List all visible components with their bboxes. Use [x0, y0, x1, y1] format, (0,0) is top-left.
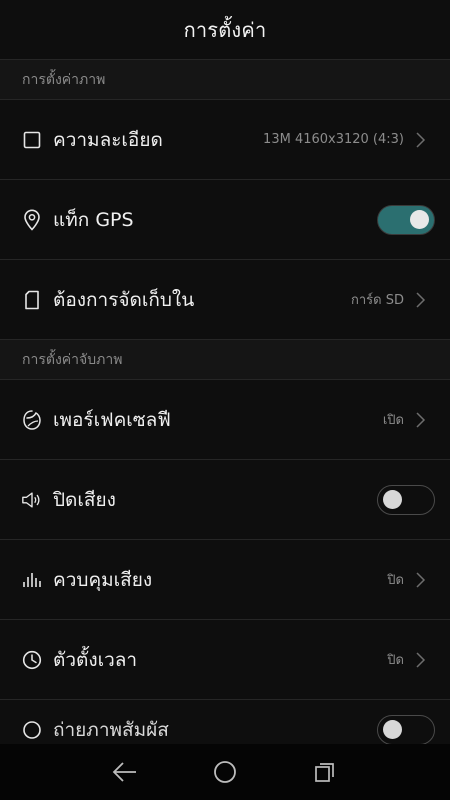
setting-label: ความละเอียด [53, 128, 163, 151]
setting-label: ปิดเสียง [53, 488, 116, 511]
setting-label: ถ่ายภาพสัมผัส [53, 719, 169, 741]
setting-row-storage-location[interactable]: ต้องการจัดเก็บใน การ์ด SD [0, 260, 450, 340]
gps-toggle[interactable] [377, 204, 435, 235]
setting-label: เพอร์เฟคเซลฟี [53, 408, 171, 431]
location-pin-icon [21, 209, 43, 231]
section-header-image-settings: การตั้งค่าภาพ [0, 60, 450, 100]
setting-label: แท็ก GPS [53, 208, 134, 231]
system-navigation-bar [0, 744, 450, 800]
touch-capture-toggle[interactable] [377, 715, 435, 744]
setting-row-mute[interactable]: ปิดเสียง [0, 460, 450, 540]
chevron-right-icon [416, 131, 426, 148]
setting-row-touch-capture[interactable]: ถ่ายภาพสัมผัส [0, 700, 450, 744]
audio-levels-icon [21, 569, 43, 591]
setting-value: ปิด [387, 573, 404, 588]
touch-icon [21, 719, 43, 741]
app-header: การตั้งค่า [0, 0, 450, 60]
clock-icon [21, 649, 43, 671]
chevron-right-icon [416, 571, 426, 588]
setting-label: ควบคุมเสียง [53, 568, 153, 591]
setting-row-gps-tag[interactable]: แท็ก GPS [0, 180, 450, 260]
selfie-face-icon [21, 409, 43, 431]
setting-row-resolution[interactable]: ความละเอียด 13M 4160x3120 (4:3) [0, 100, 450, 180]
toggle-knob [383, 489, 402, 509]
section-header-capture-settings: การตั้งค่าจับภาพ [0, 340, 450, 380]
settings-list[interactable]: การตั้งค่าภาพ ความละเอียด 13M 4160x3120 … [0, 60, 450, 744]
toggle-knob [410, 209, 429, 229]
back-icon[interactable] [111, 758, 139, 786]
chevron-right-icon [416, 291, 426, 308]
recents-icon[interactable] [311, 758, 339, 786]
setting-label: ตัวตั้งเวลา [53, 648, 138, 671]
speaker-icon [21, 489, 43, 511]
file-icon [21, 289, 43, 311]
page-title: การตั้งค่า [183, 17, 267, 42]
setting-value: การ์ด SD [351, 293, 404, 308]
square-icon [21, 129, 43, 151]
setting-label: ต้องการจัดเก็บใน [53, 288, 195, 311]
chevron-right-icon [416, 411, 426, 428]
setting-row-timer[interactable]: ตัวตั้งเวลา ปิด [0, 620, 450, 700]
setting-row-audio-control[interactable]: ควบคุมเสียง ปิด [0, 540, 450, 620]
chevron-right-icon [416, 651, 426, 668]
mute-toggle[interactable] [377, 484, 435, 515]
setting-value: เปิด [382, 413, 404, 428]
toggle-knob [383, 720, 402, 739]
setting-row-perfect-selfie[interactable]: เพอร์เฟคเซลฟี เปิด [0, 380, 450, 460]
settings-screen: การตั้งค่า การตั้งค่าภาพ ความละเอียด 13M… [0, 0, 450, 800]
home-icon[interactable] [211, 758, 239, 786]
setting-value: 13M 4160x3120 (4:3) [263, 132, 404, 147]
setting-value: ปิด [387, 653, 404, 668]
